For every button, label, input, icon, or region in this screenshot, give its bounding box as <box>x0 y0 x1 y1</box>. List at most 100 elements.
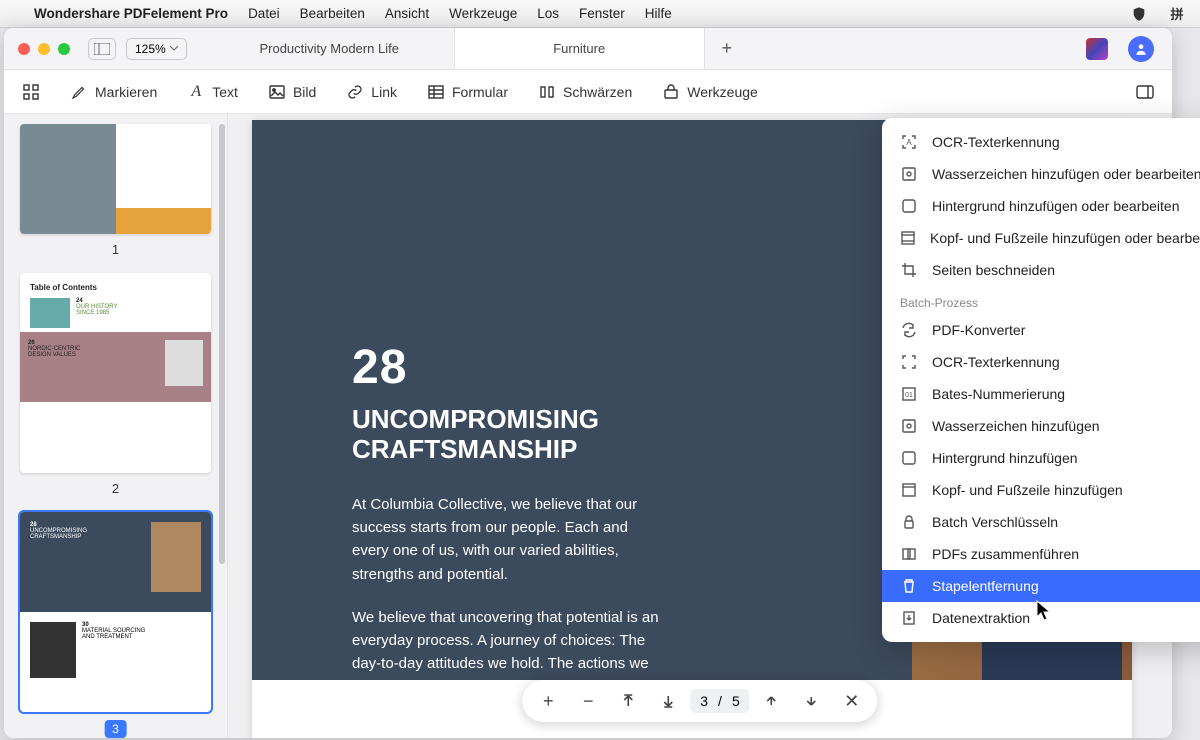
svg-text:A: A <box>906 138 912 147</box>
first-page-button[interactable] <box>610 683 646 719</box>
watermark-icon <box>900 417 918 435</box>
dd-wasserzeichen-batch[interactable]: Wasserzeichen hinzufügen <box>882 410 1200 442</box>
toolbar-schwaerzen-label: Schwärzen <box>563 84 632 100</box>
trash-icon <box>900 577 918 595</box>
merge-icon <box>900 545 918 563</box>
zoom-in-button[interactable]: + <box>530 683 566 719</box>
svg-text:01: 01 <box>905 392 913 399</box>
thumbnail-label-2: 2 <box>20 481 211 496</box>
dd-kopfzeile[interactable]: Kopf- und Fußzeile hinzufügen oder bearb… <box>882 222 1200 254</box>
titlebar: 125% Productivity Modern Life Furniture … <box>4 28 1172 70</box>
page-indicator[interactable]: 3 / 5 <box>690 689 749 713</box>
close-controls-button[interactable]: ✕ <box>834 683 870 719</box>
menu-hilfe[interactable]: Hilfe <box>645 6 672 21</box>
toolbar-schwaerzen-button[interactable]: Schwärzen <box>538 83 632 101</box>
tab-productivity[interactable]: Productivity Modern Life <box>205 28 455 69</box>
convert-icon <box>900 321 918 339</box>
dd-hintergrund[interactable]: Hintergrund hinzufügen oder bearbeiten <box>882 190 1200 222</box>
menu-werkzeuge[interactable]: Werkzeuge <box>449 6 517 21</box>
toolbar-werkzeuge-button[interactable]: Werkzeuge <box>662 83 758 101</box>
toolbar-bild-label: Bild <box>293 84 316 100</box>
zoom-dropdown[interactable]: 125% <box>126 38 187 60</box>
toolbar-panel-button[interactable] <box>1136 83 1154 101</box>
minimize-button[interactable] <box>38 43 50 55</box>
text-icon: A <box>187 83 205 101</box>
dd-hintergrund-batch[interactable]: Hintergrund hinzufügen <box>882 442 1200 474</box>
watermark-icon <box>900 165 918 183</box>
dd-wasserzeichen[interactable]: Wasserzeichen hinzufügen oder bearbeiten <box>882 158 1200 190</box>
werkzeuge-dropdown: AOCR-Texterkennung Wasserzeichen hinzufü… <box>882 118 1200 642</box>
toc-title: Table of Contents <box>30 283 201 292</box>
shield-icon[interactable] <box>1130 5 1148 23</box>
dd-bates[interactable]: 01Bates-Nummerierung <box>882 378 1200 410</box>
link-icon <box>346 83 364 101</box>
extract-icon <box>900 609 918 627</box>
header-footer-icon <box>900 481 918 499</box>
menu-los[interactable]: Los <box>537 6 559 21</box>
toolbar-markieren-label: Markieren <box>95 84 157 100</box>
toolbar-werkzeuge-label: Werkzeuge <box>687 84 758 100</box>
dd-verschluesseln[interactable]: Batch Verschlüsseln <box>882 506 1200 538</box>
thumbnail-page-3[interactable]: 28UNCOMPROMISING CRAFTSMANSHIP 30MATERIA… <box>20 512 211 712</box>
mouse-cursor <box>1036 600 1054 622</box>
header-footer-icon <box>900 229 916 247</box>
next-page-button[interactable] <box>794 683 830 719</box>
page-paragraph-1: At Columbia Collective, we believe that … <box>352 493 662 586</box>
input-method-icon[interactable]: 拼 <box>1168 5 1186 23</box>
form-icon <box>427 83 445 101</box>
scrollbar[interactable] <box>219 124 225 564</box>
background-icon <box>900 197 918 215</box>
thumbnail-label-3: 3 <box>104 720 127 738</box>
image-icon <box>268 83 286 101</box>
toolbar-link-label: Link <box>371 84 397 100</box>
thumbnail-panel: 1 Table of Contents 24OUR HISTORY SINCE … <box>4 114 228 738</box>
crop-icon <box>900 261 918 279</box>
toolbox-icon <box>662 83 680 101</box>
thumbnail-page-1[interactable] <box>20 124 211 234</box>
dd-ocr[interactable]: AOCR-Texterkennung <box>882 126 1200 158</box>
dd-ocr-batch[interactable]: OCR-Texterkennung <box>882 346 1200 378</box>
toolbar-thumbnails-button[interactable] <box>22 83 40 101</box>
traffic-lights <box>4 43 84 55</box>
toolbar-formular-button[interactable]: Formular <box>427 83 508 101</box>
toolbar-formular-label: Formular <box>452 84 508 100</box>
user-account-button[interactable] <box>1128 36 1154 62</box>
menu-fenster[interactable]: Fenster <box>579 6 625 21</box>
toolbar-bild-button[interactable]: Bild <box>268 83 316 101</box>
thumbnail-label-1: 1 <box>20 242 211 257</box>
toolbar-link-button[interactable]: Link <box>346 83 397 101</box>
ocr-icon: A <box>900 133 918 151</box>
dd-beschneiden[interactable]: Seiten beschneiden <box>882 254 1200 286</box>
sidebar-toggle-button[interactable] <box>88 38 116 60</box>
macos-menubar: Wondershare PDFelement Pro Datei Bearbei… <box>0 0 1200 28</box>
total-pages: 5 <box>732 693 740 709</box>
thumbnail-page-2[interactable]: Table of Contents 24OUR HISTORY SINCE 19… <box>20 273 211 473</box>
menubar-app-name[interactable]: Wondershare PDFelement Pro <box>34 6 228 21</box>
dd-zusammenfuehren[interactable]: PDFs zusammenführen <box>882 538 1200 570</box>
ocr-icon <box>900 353 918 371</box>
zoom-out-button[interactable]: − <box>570 683 606 719</box>
dd-section-batch: Batch-Prozess <box>882 286 1200 314</box>
prev-page-button[interactable] <box>754 683 790 719</box>
tab-add-button[interactable]: + <box>705 28 749 69</box>
zoom-value: 125% <box>135 42 166 56</box>
tab-furniture[interactable]: Furniture <box>455 28 705 69</box>
menu-ansicht[interactable]: Ansicht <box>385 6 429 21</box>
toolbar-text-button[interactable]: A Text <box>187 83 238 101</box>
main-toolbar: Markieren A Text Bild Link Formular Schw… <box>4 70 1172 114</box>
close-button[interactable] <box>18 43 30 55</box>
dd-stapelentfernung[interactable]: Stapelentfernung <box>882 570 1200 602</box>
lock-icon <box>900 513 918 531</box>
app-brand-icon[interactable] <box>1086 38 1108 60</box>
maximize-button[interactable] <box>58 43 70 55</box>
dd-pdf-konverter[interactable]: PDF-Konverter <box>882 314 1200 346</box>
menu-datei[interactable]: Datei <box>248 6 280 21</box>
menu-bearbeiten[interactable]: Bearbeiten <box>300 6 365 21</box>
redact-icon <box>538 83 556 101</box>
dd-kopfzeile-batch[interactable]: Kopf- und Fußzeile hinzufügen <box>882 474 1200 506</box>
panel-icon <box>1136 83 1154 101</box>
toolbar-markieren-button[interactable]: Markieren <box>70 83 157 101</box>
current-page: 3 <box>700 693 708 709</box>
last-page-button[interactable] <box>650 683 686 719</box>
highlighter-icon <box>70 83 88 101</box>
